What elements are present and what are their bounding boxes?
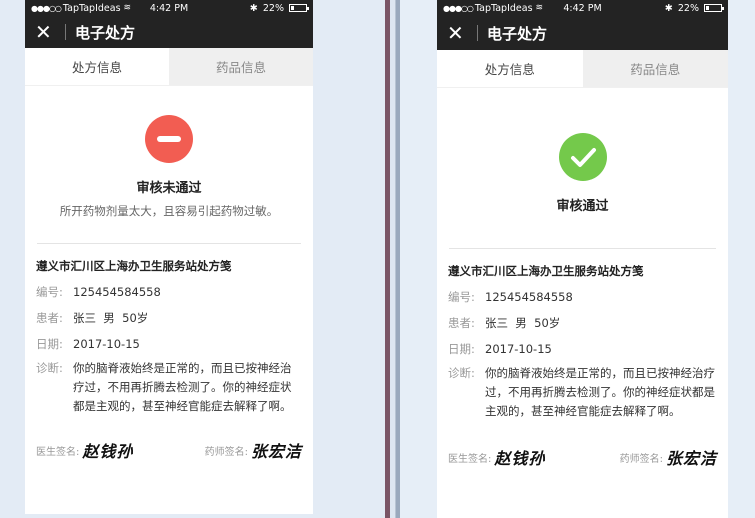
tab-bar: 处方信息 药品信息: [25, 48, 313, 86]
carrier-label: TapTapIdeas: [474, 2, 533, 14]
wifi-icon: ≋: [123, 3, 132, 13]
date-row: 日期: 2017-10-15: [448, 340, 717, 359]
review-status-title: 审核未通过: [136, 181, 202, 196]
patient-row: 患者: 张三 男 50岁: [448, 314, 717, 333]
prescription-id-label: 编号:: [448, 290, 475, 304]
diagnosis-label: 诊断:: [36, 361, 63, 375]
battery-icon: [704, 4, 724, 12]
bluetooth-icon: ✱: [664, 2, 673, 14]
status-bar: ●●●○○ TapTapIdeas ≋ 4:42 PM ✱ 22%: [437, 0, 728, 16]
review-status: 审核通过: [437, 133, 728, 214]
prescription-id: 125454584558: [73, 285, 161, 299]
signature-row: 医生签名: 赵钱孙 药师签名: 张宏洁: [25, 438, 313, 462]
battery-icon: [289, 4, 309, 12]
tab-drug-info[interactable]: 药品信息: [582, 50, 728, 87]
battery-percent: 22%: [262, 2, 284, 14]
date-value: 2017-10-15: [485, 342, 552, 356]
battery-percent: 22%: [677, 2, 699, 14]
nav-separator: [477, 25, 478, 41]
prescription-id-row: 编号: 125454584558: [448, 288, 717, 307]
clinic-name: 遵义市汇川区上海办卫生服务站处方笺: [448, 264, 644, 278]
tab-drug-info[interactable]: 药品信息: [169, 48, 313, 85]
patient-value: 张三 男 50岁: [485, 316, 561, 330]
pharmacist-signature-label: 药师签名:: [619, 453, 663, 465]
diagnosis-text: 你的脑脊液始终是正常的，而且已按神经治疗过，不用再折腾去检测了。你的神经症状都是…: [485, 366, 715, 418]
divider: [37, 243, 301, 244]
tab-prescription-info[interactable]: 处方信息: [25, 48, 169, 85]
patient-row: 患者: 张三 男 50岁: [36, 309, 302, 328]
status-bar: ●●●○○ TapTapIdeas ≋ 4:42 PM ✱ 22%: [25, 0, 313, 16]
clinic-name: 遵义市汇川区上海办卫生服务站处方笺: [36, 259, 232, 273]
date-row: 日期: 2017-10-15: [36, 335, 302, 354]
pharmacist-signature-label: 药师签名:: [204, 446, 248, 458]
patient-label: 患者:: [448, 316, 475, 330]
review-status: 审核未通过 所开药物剂量太大，且容易引起药物过敏。: [25, 115, 313, 219]
prescription-id-row: 编号: 125454584558: [36, 283, 302, 302]
close-icon[interactable]: ✕: [447, 23, 469, 43]
date-label: 日期:: [448, 342, 475, 356]
close-icon[interactable]: ✕: [35, 22, 57, 42]
signal-dots-icon: ●●●○○: [31, 3, 62, 13]
nav-separator: [65, 24, 66, 40]
wifi-icon: ≋: [535, 3, 544, 13]
pharmacist-signature: 张宏洁: [665, 449, 717, 468]
carrier-label: TapTapIdeas: [62, 2, 121, 14]
patient-value: 张三 男 50岁: [73, 311, 149, 325]
signature-row: 医生签名: 赵钱孙 药师签名: 张宏洁: [437, 445, 728, 469]
doctor-signature-label: 医生签名:: [36, 446, 80, 458]
doctor-signature: 赵钱孙: [82, 442, 134, 461]
signal-dots-icon: ●●●○○: [443, 3, 474, 13]
review-reason: 所开药物剂量太大，且容易引起药物过敏。: [59, 204, 279, 218]
check-circle-icon: [558, 133, 607, 181]
page-title: 电子处方: [75, 23, 136, 42]
tab-bar: 处方信息 药品信息: [437, 50, 728, 88]
doctor-signature-label: 医生签名:: [448, 453, 492, 465]
nav-bar: ✕ 电子处方: [25, 16, 313, 48]
bluetooth-icon: ✱: [249, 2, 258, 14]
tab-prescription-info[interactable]: 处方信息: [437, 50, 583, 87]
pharmacist-signature: 张宏洁: [250, 442, 302, 461]
patient-label: 患者:: [36, 311, 63, 325]
prescription-id: 125454584558: [485, 290, 573, 304]
prescription-id-label: 编号:: [36, 285, 63, 299]
diagnosis-text: 你的脑脊液始终是正常的，而且已按神经治疗过，不用再折腾去检测了。你的神经症状都是…: [73, 361, 292, 413]
diagnosis-row: 诊断: 你的脑脊液始终是正常的，而且已按神经治疗过，不用再折腾去检测了。你的神经…: [36, 359, 302, 416]
date-label: 日期:: [36, 337, 63, 351]
diagnosis-label: 诊断:: [448, 366, 475, 380]
prescription-info: 遵义市汇川区上海办卫生服务站处方笺 编号: 125454584558 患者: 张…: [25, 258, 313, 416]
nav-bar: ✕ 电子处方: [437, 16, 728, 50]
divider: [449, 248, 716, 249]
diagnosis-row: 诊断: 你的脑脊液始终是正常的，而且已按神经治疗过，不用再折腾去检测了。你的神经…: [448, 364, 717, 421]
prescription-info: 遵义市汇川区上海办卫生服务站处方笺 编号: 125454584558 患者: 张…: [437, 263, 728, 421]
phone-screen-rejected: ●●●○○ TapTapIdeas ≋ 4:42 PM ✱ 22% ✕ 电子处方…: [25, 0, 313, 514]
minus-circle-icon: [145, 115, 193, 163]
doctor-signature: 赵钱孙: [494, 449, 546, 468]
date-value: 2017-10-15: [73, 337, 140, 351]
page-title: 电子处方: [487, 24, 548, 43]
review-status-title: 审核通过: [556, 199, 609, 214]
phone-screen-approved: ●●●○○ TapTapIdeas ≋ 4:42 PM ✱ 22% ✕ 电子处方…: [437, 0, 728, 518]
